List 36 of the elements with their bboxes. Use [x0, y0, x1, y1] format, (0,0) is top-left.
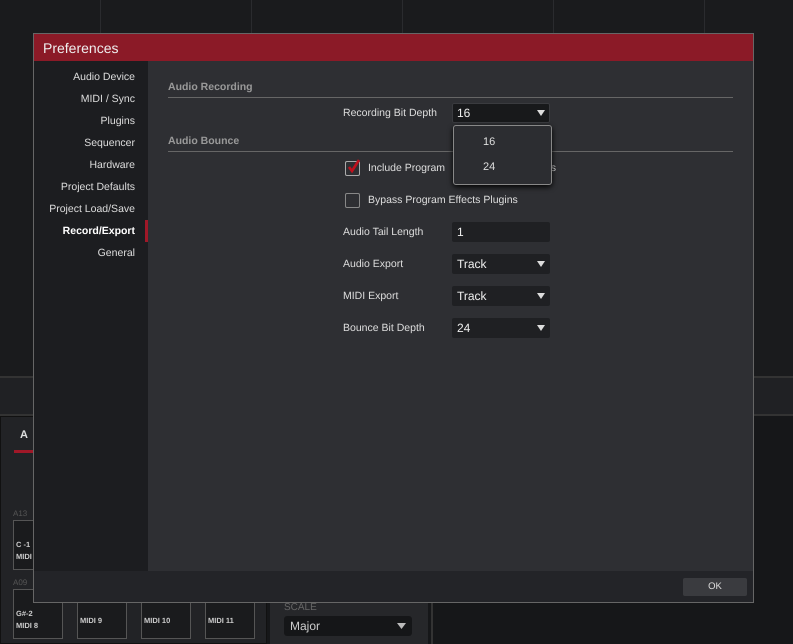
checkmark-icon [347, 158, 361, 172]
caret-icon [537, 110, 545, 116]
sidebar-item[interactable]: Hardware [34, 154, 148, 176]
field-label: MIDI Export [343, 290, 400, 302]
field-label: Bounce Bit Depth [343, 322, 426, 334]
sidebar-item[interactable]: MIDI / Sync [34, 88, 148, 110]
caret-icon [537, 261, 545, 267]
menu-option[interactable]: 16 [454, 130, 551, 155]
ok-button[interactable]: OK [683, 578, 747, 596]
checkbox[interactable] [345, 192, 360, 208]
field-label: Audio Tail Length [343, 226, 424, 238]
sidebar-item[interactable]: Project Load/Save [34, 198, 148, 220]
dropdown[interactable]: 24 [452, 318, 550, 338]
field-label: Audio Export [343, 258, 404, 270]
caret-icon [537, 293, 545, 299]
dropdown[interactable]: 16 [452, 103, 550, 123]
scale-dropdown[interactable]: Major [284, 616, 412, 636]
menu-option[interactable]: 24 [454, 155, 551, 180]
caret-icon [397, 623, 406, 629]
dropdown[interactable]: Track [452, 286, 550, 306]
checkbox-label: Bypass Program Effects Plugins [368, 194, 518, 206]
sidebar-item[interactable]: Record/Export [34, 220, 148, 242]
sidebar-item[interactable]: Plugins [34, 110, 148, 132]
input-field[interactable]: 1 [452, 222, 550, 242]
section-heading: Audio Recording [168, 81, 733, 98]
checkbox-label: Include Program [368, 162, 446, 174]
sidebar-item[interactable]: Sequencer [34, 132, 148, 154]
caret-icon [537, 325, 545, 331]
sidebar-item[interactable]: Audio Device [34, 66, 148, 88]
sidebar-item[interactable]: Project Defaults [34, 176, 148, 198]
scale-label: SCALE [284, 602, 318, 613]
dropdown[interactable]: Track [452, 254, 550, 274]
field-label: Recording Bit Depth [343, 107, 438, 119]
sidebar-item[interactable]: General [34, 242, 148, 264]
dialog-title: Preferences [34, 34, 753, 61]
checkbox[interactable] [345, 160, 360, 176]
